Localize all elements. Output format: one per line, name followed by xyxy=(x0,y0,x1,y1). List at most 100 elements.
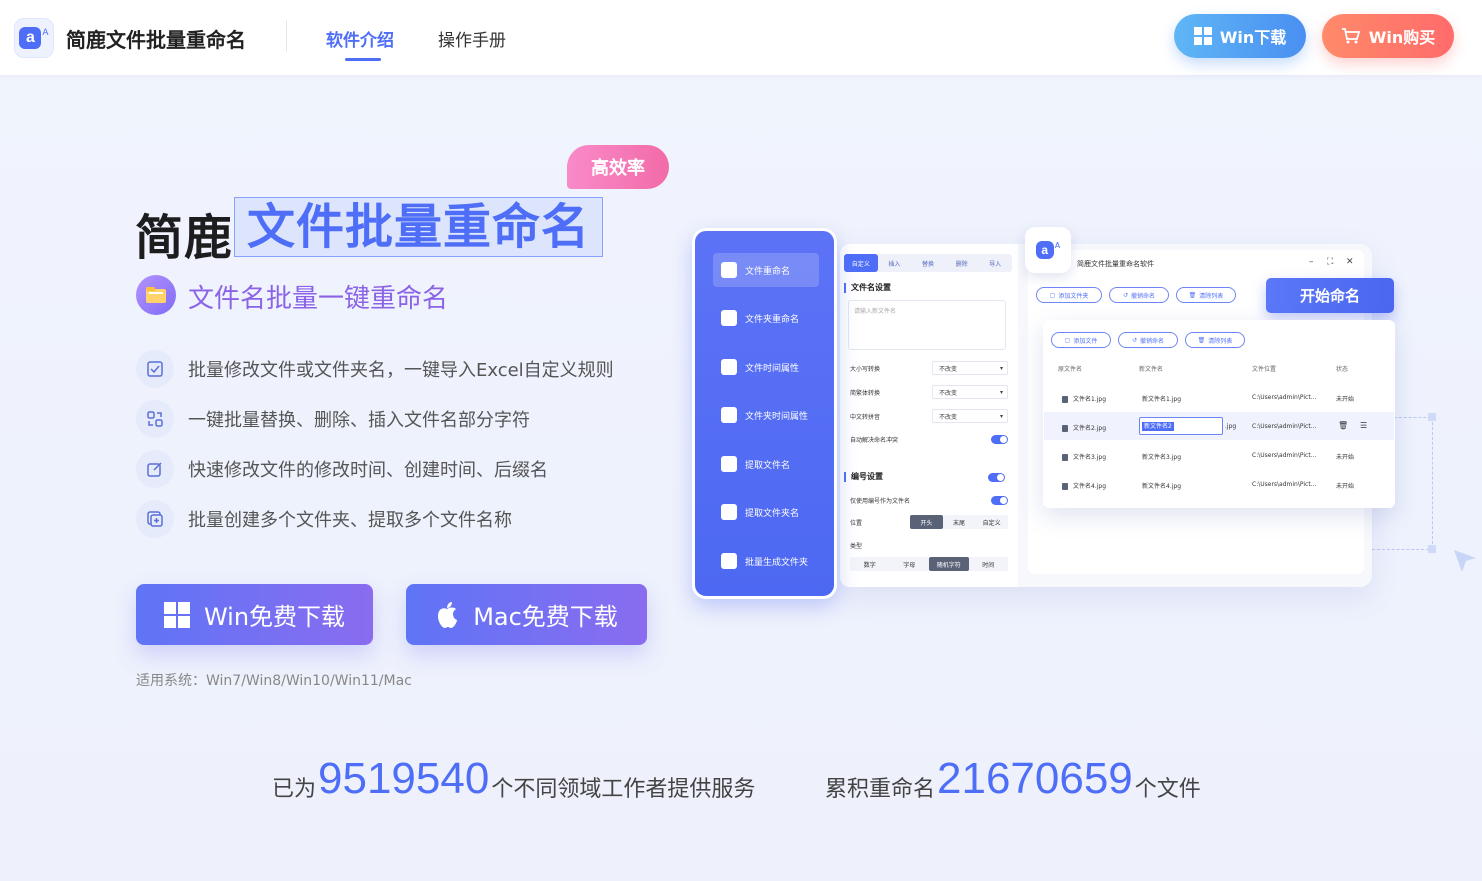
sidebar-item-label: 文件夹重命名 xyxy=(745,314,800,325)
brand-name[interactable]: 简鹿文件批量重命名 xyxy=(66,24,246,53)
sidebar-item-file-rename[interactable]: 文件重命名 xyxy=(713,253,819,287)
sidebar-item-folder-time[interactable]: 文件夹时间属性 xyxy=(713,398,819,432)
table-row-old-name[interactable]: 文件名4.jpg xyxy=(1062,481,1106,490)
old-name-text: 文件名2.jpg xyxy=(1073,425,1107,432)
sidebar-item-extract-foldername[interactable]: 提取文件夹名 xyxy=(713,495,819,529)
win-download-button[interactable]: Win下载 xyxy=(1174,14,1306,58)
app-window-title: 简鹿文件批量重命名软件 xyxy=(1077,260,1154,268)
add-folder-button[interactable]: ▢ 添加文件夹 xyxy=(1036,287,1102,303)
stat-files-number: 21670659 xyxy=(937,754,1133,803)
cursor-arrow-icon xyxy=(1454,550,1476,572)
undo-rename-label: 撤销命名 xyxy=(1131,292,1156,300)
table-row-new-name[interactable]: 新文件名1.jpg xyxy=(1142,394,1181,403)
stat-users: 已为 9519540 个不同领域工作者提供服务 xyxy=(272,755,755,803)
add-file-button[interactable]: ▢ 添加文件 xyxy=(1051,332,1111,348)
case-convert-select[interactable]: 不改变 ▾ xyxy=(932,361,1008,375)
mac-free-download-button[interactable]: Mac免费下载 xyxy=(406,584,647,645)
undo-rename-label: 撤销命名 xyxy=(1140,337,1165,345)
only-number-toggle[interactable] xyxy=(991,495,1008,505)
type-random-option[interactable]: 随机字符 xyxy=(929,557,969,571)
checklist-icon xyxy=(136,350,174,388)
type-number-option[interactable]: 数字 xyxy=(850,557,890,571)
pinyin-select[interactable]: 不改变 ▾ xyxy=(932,409,1008,423)
number-settings-toggle-row xyxy=(988,470,1008,484)
case-convert-label: 大小写转换 xyxy=(850,365,881,373)
tab-delete[interactable]: 删除 xyxy=(945,254,979,272)
tab-custom[interactable]: 自定义 xyxy=(844,254,878,272)
old-name-text: 文件名3.jpg xyxy=(1073,454,1107,461)
table-row-new-name[interactable]: 新文件名4.jpg xyxy=(1142,481,1181,490)
undo-icon: ↺ xyxy=(1131,336,1137,344)
table-row-location: C:\Users\admin\Pict... xyxy=(1252,423,1317,430)
start-rename-button[interactable]: 开始命名 xyxy=(1266,278,1394,313)
caret-down-icon: ▾ xyxy=(999,364,1003,372)
settings-panel: 自定义 插入 替换 删除 导入 文件名设置 请输入新文件名 大小写转换 不改变 ▾… xyxy=(840,244,1018,587)
delete-row-icon[interactable]: 🗑 xyxy=(1338,421,1348,430)
settings-tabs: 自定义 插入 替换 删除 导入 xyxy=(844,254,1012,272)
add-folder-icon xyxy=(136,500,174,538)
stat-users-prefix: 已为 xyxy=(272,777,317,802)
sidebar-item-folder-rename[interactable]: 文件夹重命名 xyxy=(713,301,819,335)
sidebar-item-batch-folders[interactable]: 批量生成文件夹 xyxy=(713,544,819,578)
feature-item: 一键批量替换、删除、插入文件名部分字符 xyxy=(136,400,530,438)
sidebar-item-extract-filename[interactable]: 提取文件名 xyxy=(713,447,819,481)
logo-small-a-icon: A xyxy=(1054,240,1061,250)
column-header-new-name: 新文件名 xyxy=(1139,366,1164,373)
filename-settings-heading: 文件名设置 xyxy=(844,283,891,293)
win-download-label: Win下载 xyxy=(1219,28,1287,47)
hero-subtitle: 文件名批量一键重命名 xyxy=(188,284,449,314)
maximize-icon[interactable]: ⛶ xyxy=(1327,257,1333,267)
tab-insert[interactable]: 插入 xyxy=(878,254,912,272)
stat-files-prefix: 累积重命名 xyxy=(825,777,936,802)
position-custom-option[interactable]: 自定义 xyxy=(975,515,1008,529)
efficiency-tag: 高效率 xyxy=(567,145,669,189)
mac-free-download-label: Mac免费下载 xyxy=(473,603,618,631)
app-logo[interactable]: a A xyxy=(14,18,54,58)
trad-simp-select[interactable]: 不改变 ▾ xyxy=(932,385,1008,399)
column-header-status: 状态 xyxy=(1336,366,1349,373)
clock-folder-icon xyxy=(721,407,737,423)
position-row: 位置 开头 末尾 自定义 xyxy=(850,515,1008,529)
position-start-option[interactable]: 开头 xyxy=(910,515,943,529)
tab-import[interactable]: 导入 xyxy=(978,254,1012,272)
type-time-option[interactable]: 时间 xyxy=(969,557,1009,571)
caret-down-icon: ▾ xyxy=(999,388,1003,396)
win-buy-button[interactable]: Win购买 xyxy=(1322,14,1454,58)
reorder-icon[interactable]: ☰ xyxy=(1360,421,1367,430)
sidebar-item-file-time[interactable]: 文件时间属性 xyxy=(713,350,819,384)
table-row-status: 未开始 xyxy=(1336,396,1355,403)
table-row-old-name[interactable]: 文件名3.jpg xyxy=(1062,452,1106,461)
top-nav-bar: a A 简鹿文件批量重命名 软件介绍 操作手册 Win下载 Win购买 xyxy=(0,0,1482,75)
tab-replace[interactable]: 替换 xyxy=(911,254,945,272)
table-row-old-name[interactable]: 文件名2.jpg xyxy=(1062,423,1106,432)
win-free-download-label: Win免费下载 xyxy=(203,603,346,631)
type-row: 数字 字母 随机字符 时间 xyxy=(850,557,1008,571)
table-row-location: C:\Users\admin\Pict... xyxy=(1252,394,1317,401)
nav-software-intro[interactable]: 软件介绍 xyxy=(326,26,394,51)
undo-rename-button[interactable]: ↺ 撤销命名 xyxy=(1109,287,1169,303)
clear-list-button[interactable]: 🗑 清除列表 xyxy=(1185,332,1245,348)
replace-icon xyxy=(136,400,174,438)
position-end-option[interactable]: 末尾 xyxy=(943,515,976,529)
type-letter-option[interactable]: 字母 xyxy=(890,557,930,571)
type-label-row: 类型 xyxy=(850,538,1008,552)
table-row-new-name[interactable]: 新文件名3.jpg xyxy=(1142,452,1181,461)
auto-conflict-row: 自动解决命名冲突 xyxy=(850,432,1008,446)
auto-conflict-toggle[interactable] xyxy=(991,434,1008,444)
table-row-old-name[interactable]: 文件名1.jpg xyxy=(1062,394,1106,403)
minimize-icon[interactable]: – xyxy=(1309,257,1314,267)
win-free-download-button[interactable]: Win免费下载 xyxy=(136,584,373,645)
close-icon[interactable]: ✕ xyxy=(1346,257,1354,267)
undo-rename-button[interactable]: ↺ 撤销命名 xyxy=(1118,332,1178,348)
nav-user-manual[interactable]: 操作手册 xyxy=(438,26,506,51)
clear-list-button[interactable]: 🗑 清除列表 xyxy=(1176,287,1236,303)
number-settings-toggle[interactable] xyxy=(988,472,1005,482)
trad-simp-row: 简繁体转换 不改变 ▾ xyxy=(850,385,1008,399)
new-filename-input[interactable]: 请输入新文件名 xyxy=(848,300,1006,350)
only-number-label: 仅使用编号作为文件名 xyxy=(850,497,911,505)
case-convert-row: 大小写转换 不改变 ▾ xyxy=(850,361,1008,375)
feature-text: 一键批量替换、删除、插入文件名部分字符 xyxy=(188,410,530,431)
app-window-logo: a A xyxy=(1025,227,1071,273)
pinyin-row: 中文转拼音 不改变 ▾ xyxy=(850,409,1008,423)
caret-down-icon: ▾ xyxy=(999,412,1003,420)
